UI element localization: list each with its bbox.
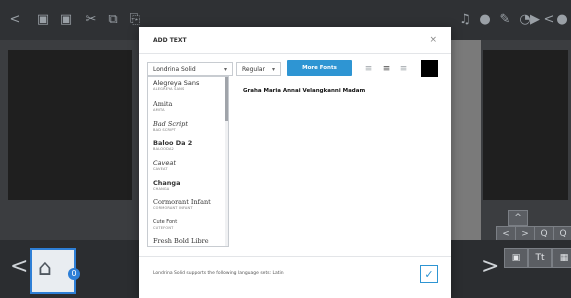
- font-option-name: Cute Font: [153, 219, 178, 225]
- font-family-value: Londrina Solid: [153, 66, 196, 73]
- mic-icon[interactable]: ●: [476, 0, 494, 40]
- font-dropdown-list: Alegreya Sans ALEGREYA SANS Amita AMITA …: [147, 76, 229, 247]
- prev-slide-arrow[interactable]: <: [10, 254, 28, 279]
- font-option-name: Cormorant Infant: [153, 198, 211, 206]
- font-option-tag: BAD SCRIPT: [153, 128, 176, 132]
- stage-canvas-left: [8, 50, 132, 200]
- divider: [139, 53, 451, 54]
- scrollbar-thumb[interactable]: [225, 77, 228, 121]
- copy-icon[interactable]: ⧉: [104, 0, 122, 40]
- divider: [139, 256, 451, 257]
- font-option-name: Fresh Bold Libre: [153, 237, 209, 245]
- add-image-button[interactable]: ▣: [504, 248, 528, 268]
- font-option[interactable]: Caveat CAVEAT: [153, 159, 176, 171]
- bridge-image-icon: ⌂: [38, 256, 52, 281]
- font-option-name: Bad Script: [153, 120, 188, 128]
- chevron-down-icon: ▾: [223, 66, 227, 73]
- scroll-up-button[interactable]: ^: [508, 210, 528, 226]
- add-text-dialog: ADD TEXT × Londrina Solid ▾ Regular ▾ Mo…: [139, 27, 451, 298]
- more-icon[interactable]: ●: [553, 0, 571, 40]
- font-weight-value: Regular: [242, 66, 266, 73]
- text-color-swatch[interactable]: [421, 60, 438, 77]
- confirm-button[interactable]: ✓: [420, 265, 438, 283]
- music-icon[interactable]: ♫: [456, 0, 474, 40]
- stage-panel-left: [0, 40, 140, 240]
- back-icon[interactable]: <: [6, 0, 24, 40]
- slide-thumbnail[interactable]: ⌂ 0: [30, 248, 80, 294]
- stage-canvas-right: [483, 50, 568, 200]
- align-right-icon[interactable]: ≡: [399, 64, 408, 74]
- font-option[interactable]: Alegreya Sans ALEGREYA SANS: [153, 79, 199, 91]
- font-option[interactable]: Baloo Da 2 BALOODA2: [153, 139, 192, 151]
- font-option-name: Amita: [153, 100, 173, 108]
- dialog-title: ADD TEXT: [153, 37, 187, 44]
- text-preview[interactable]: Graha Maria Annai Velangkanni Madam: [243, 88, 365, 94]
- font-family-select[interactable]: Londrina Solid ▾: [147, 62, 233, 76]
- language-support-note: Londrina Solid supports the following la…: [153, 271, 284, 276]
- font-option-tag: CORMORANT INFANT: [153, 206, 193, 210]
- align-left-icon[interactable]: ≡: [364, 64, 373, 74]
- font-weight-select[interactable]: Regular ▾: [236, 62, 281, 76]
- chevron-down-icon: ▾: [271, 66, 275, 73]
- font-option[interactable]: Bad Script BAD SCRIPT: [153, 120, 188, 132]
- font-option-tag: ALEGREYA SANS: [153, 87, 185, 91]
- more-fonts-button[interactable]: More Fonts: [287, 60, 352, 76]
- save-icon[interactable]: ▣: [34, 0, 52, 40]
- pen-icon[interactable]: ✎: [496, 0, 514, 40]
- close-icon[interactable]: ×: [429, 35, 437, 45]
- align-center-icon[interactable]: ≡: [382, 64, 391, 74]
- font-option-name: Alegreya Sans: [153, 79, 200, 87]
- add-text-button[interactable]: Tt: [528, 248, 552, 268]
- font-option[interactable]: Cute Font CUTEFONT: [153, 218, 177, 230]
- font-option-tag: AMITA: [153, 108, 165, 112]
- font-option-tag: CAVEAT: [153, 167, 168, 171]
- font-option-name: Baloo Da 2: [153, 139, 193, 147]
- font-option-tag: CHANGA: [153, 187, 170, 191]
- add-layout-button[interactable]: ▦: [552, 248, 571, 268]
- cut-icon[interactable]: ✂: [82, 0, 100, 40]
- slide-count-badge: 0: [68, 268, 80, 280]
- font-option-name: Changa: [153, 179, 181, 187]
- font-option-name: Caveat: [153, 159, 176, 167]
- font-option[interactable]: Fresh Bold Libre: [153, 237, 209, 245]
- font-option[interactable]: Cormorant Infant CORMORANT INFANT: [153, 198, 211, 210]
- save-as-icon[interactable]: ▣: [57, 0, 75, 40]
- font-option[interactable]: Changa CHANGA: [153, 179, 180, 191]
- next-slide-arrow[interactable]: >: [481, 254, 499, 279]
- font-option[interactable]: Amita AMITA: [153, 100, 172, 112]
- font-option-tag: CUTEFONT: [153, 226, 174, 230]
- font-option-tag: BALOODA2: [153, 147, 174, 151]
